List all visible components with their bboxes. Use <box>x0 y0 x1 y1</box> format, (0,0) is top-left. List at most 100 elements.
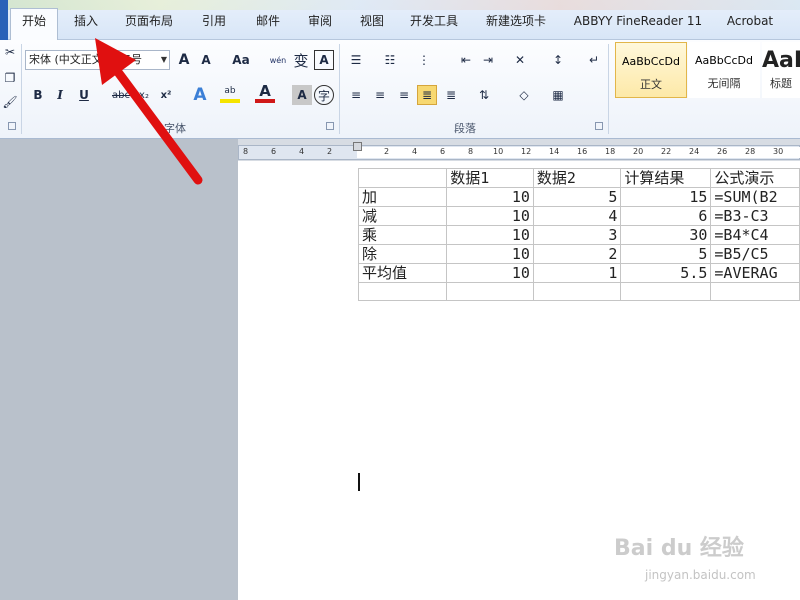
tab-new-tab[interactable]: 新建选项卡 <box>478 9 554 36</box>
italic-button[interactable]: I <box>50 85 70 105</box>
numbering-icon[interactable]: ☷ <box>380 50 400 70</box>
superscript-button[interactable]: x² <box>156 85 176 105</box>
style-heading[interactable]: AaI 标题 <box>762 42 800 98</box>
table-cell[interactable]: 10 <box>446 225 534 245</box>
phonetic-guide-icon[interactable]: wén <box>268 50 288 70</box>
table-cell[interactable]: 加 <box>357 187 448 207</box>
subscript-button[interactable]: x₂ <box>134 85 154 105</box>
style-no-spacing[interactable]: AaBbCcDd 无间隔 <box>688 42 760 98</box>
distributed-icon[interactable]: ≣ <box>441 85 461 105</box>
table-cell[interactable]: 5.5 <box>620 263 712 283</box>
align-right-icon[interactable]: ≡ <box>394 85 414 105</box>
font-color-icon[interactable]: A <box>255 82 275 103</box>
style-normal[interactable]: AaBbCcDd 正文 <box>615 42 687 98</box>
enclose-characters-icon[interactable]: 字 <box>314 85 334 105</box>
table-cell[interactable]: 10 <box>446 187 534 207</box>
table-cell[interactable]: 5 <box>532 187 622 207</box>
tab-acrobat[interactable]: Acrobat <box>720 9 780 36</box>
table-cell[interactable]: 公式演示 <box>710 168 800 188</box>
format-painter-icon[interactable]: 🖌 <box>0 92 20 112</box>
bullets-icon[interactable]: ☰ <box>346 50 366 70</box>
font-name-combo[interactable]: 宋体 (中文正文) <box>25 50 115 70</box>
table-cell[interactable]: 数据1 <box>446 168 534 188</box>
grow-font-icon[interactable]: A <box>174 50 194 70</box>
pasted-table[interactable]: 数据1 数据2 计算结果 公式演示 加 10 5 15 =SUM(B2 减 10… <box>357 168 800 301</box>
font-launcher-icon[interactable] <box>326 122 334 130</box>
style-sample: AaI <box>762 48 800 73</box>
table-cell[interactable]: 2 <box>532 244 622 264</box>
font-size-combo[interactable]: 五号 ▼ <box>116 50 170 70</box>
tab-insert[interactable]: 插入 <box>62 9 110 36</box>
ruler-tick: 6 <box>440 147 446 156</box>
table-cell[interactable]: =SUM(B2 <box>710 187 800 207</box>
table-cell[interactable]: =B5/C5 <box>710 244 800 264</box>
horizontal-ruler[interactable]: 8 6 4 2 2 4 6 8 10 12 14 16 18 20 22 24 … <box>238 142 800 160</box>
clear-format-icon[interactable]: 变 <box>291 50 311 70</box>
change-case-icon[interactable]: Aa <box>228 50 254 70</box>
ruler-tick: 4 <box>299 147 305 156</box>
table-cell[interactable] <box>446 282 534 301</box>
left-margin-pane <box>0 139 238 600</box>
table-cell[interactable]: 乘 <box>357 225 448 245</box>
table-cell[interactable]: 5 <box>620 244 712 264</box>
table-cell[interactable]: 10 <box>446 244 534 264</box>
table-cell[interactable] <box>532 282 622 301</box>
clipboard-launcher-icon[interactable] <box>8 122 16 130</box>
shading-icon[interactable]: ◇ <box>514 85 534 105</box>
table-cell[interactable]: 计算结果 <box>620 168 712 188</box>
chinese-layout-icon[interactable]: ✕ <box>510 50 530 70</box>
copy-icon[interactable]: ❐ <box>0 68 20 88</box>
cut-icon[interactable]: ✂ <box>0 42 20 62</box>
table-cell[interactable]: =B3-C3 <box>710 206 800 226</box>
tab-review[interactable]: 审阅 <box>298 9 342 36</box>
multilevel-list-icon[interactable]: ⋮ <box>414 50 434 70</box>
show-marks-icon[interactable]: ↵ <box>584 50 604 70</box>
increase-indent-icon[interactable]: ⇥ <box>478 50 498 70</box>
table-cell[interactable]: 30 <box>620 225 712 245</box>
tab-abbyy[interactable]: ABBYY FineReader 11 <box>568 9 708 36</box>
character-shading-icon[interactable]: A <box>292 85 312 105</box>
justify-icon[interactable]: ≣ <box>417 85 437 105</box>
indent-marker[interactable] <box>353 142 362 151</box>
tab-mailings[interactable]: 邮件 <box>246 9 290 36</box>
borders-icon[interactable]: ▦ <box>548 85 568 105</box>
table-cell[interactable]: 6 <box>620 206 712 226</box>
bold-button[interactable]: B <box>28 85 48 105</box>
font-name-value: 宋体 (中文正文) <box>29 53 108 66</box>
paragraph-launcher-icon[interactable] <box>595 122 603 130</box>
table-cell[interactable] <box>620 282 712 301</box>
table-cell[interactable]: 4 <box>532 206 622 226</box>
table-cell[interactable]: 10 <box>446 263 534 283</box>
character-border-icon[interactable]: A <box>314 50 334 70</box>
file-tab-edge[interactable] <box>0 0 8 40</box>
tab-developer[interactable]: 开发工具 <box>402 9 466 36</box>
table-cell[interactable] <box>357 282 448 301</box>
tab-references[interactable]: 引用 <box>192 9 236 36</box>
line-spacing-icon[interactable]: ⇅ <box>474 85 494 105</box>
table-cell[interactable]: 除 <box>357 244 448 264</box>
tab-page-layout[interactable]: 页面布局 <box>116 9 182 36</box>
table-cell[interactable]: =B4*C4 <box>710 225 800 245</box>
table-cell[interactable]: 3 <box>532 225 622 245</box>
underline-button[interactable]: U <box>74 85 94 105</box>
table-cell[interactable] <box>710 282 800 301</box>
table-cell[interactable] <box>357 168 448 188</box>
decrease-indent-icon[interactable]: ⇤ <box>456 50 476 70</box>
highlight-color-icon[interactable]: ab <box>220 83 240 103</box>
text-effects-icon[interactable]: A <box>190 85 210 105</box>
table-cell[interactable]: 减 <box>357 206 448 226</box>
strikethrough-button[interactable]: abc <box>110 85 132 105</box>
table-cell[interactable]: 1 <box>532 263 622 283</box>
align-center-icon[interactable]: ≡ <box>370 85 390 105</box>
tab-view[interactable]: 视图 <box>350 9 394 36</box>
table-cell[interactable]: 10 <box>446 206 534 226</box>
tab-home[interactable]: 开始 <box>10 8 58 40</box>
sort-icon[interactable]: ↕ <box>548 50 568 70</box>
table-cell[interactable]: 平均值 <box>357 263 448 283</box>
table-cell[interactable]: =AVERAG <box>710 263 800 283</box>
shrink-font-icon[interactable]: A <box>196 50 216 70</box>
table-cell[interactable]: 数据2 <box>532 168 622 188</box>
table-cell[interactable]: 15 <box>620 187 712 207</box>
align-left-icon[interactable]: ≡ <box>346 85 366 105</box>
style-sample: AaBbCcDd <box>622 55 680 68</box>
